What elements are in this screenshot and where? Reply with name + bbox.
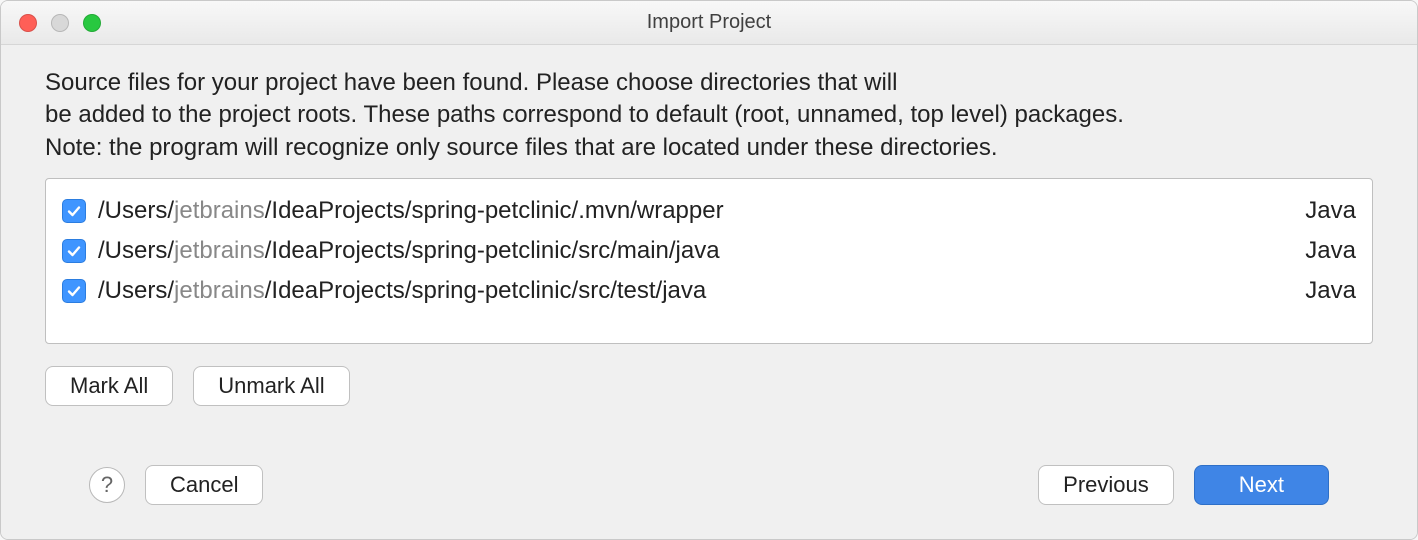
- window-controls: [19, 14, 101, 32]
- footer-row: ? Cancel Previous Next: [45, 465, 1373, 529]
- window-title: Import Project: [1, 11, 1417, 34]
- previous-button[interactable]: Previous: [1038, 465, 1174, 505]
- unmark-all-button[interactable]: Unmark All: [193, 366, 349, 406]
- path-label: /Users/jetbrains/IdeaProjects/spring-pet…: [98, 237, 1285, 265]
- list-item[interactable]: /Users/jetbrains/IdeaProjects/spring-pet…: [62, 191, 1356, 231]
- description-line: Note: the program will recognize only so…: [45, 134, 998, 161]
- content-area: Source files for your project have been …: [1, 45, 1417, 539]
- description-line: be added to the project roots. These pat…: [45, 101, 1124, 128]
- list-item[interactable]: /Users/jetbrains/IdeaProjects/spring-pet…: [62, 271, 1356, 311]
- cancel-button[interactable]: Cancel: [145, 465, 263, 505]
- question-mark-icon: ?: [101, 472, 113, 498]
- source-paths-list: /Users/jetbrains/IdeaProjects/spring-pet…: [45, 178, 1373, 344]
- dialog-window: Import Project Source files for your pro…: [0, 0, 1418, 540]
- description-text: Source files for your project have been …: [45, 67, 1373, 164]
- titlebar: Import Project: [1, 1, 1417, 45]
- description-line: Source files for your project have been …: [45, 69, 897, 96]
- list-item[interactable]: /Users/jetbrains/IdeaProjects/spring-pet…: [62, 231, 1356, 271]
- help-button[interactable]: ?: [89, 467, 125, 503]
- path-label: /Users/jetbrains/IdeaProjects/spring-pet…: [98, 197, 1285, 225]
- language-label: Java: [1305, 277, 1356, 305]
- next-button[interactable]: Next: [1194, 465, 1329, 505]
- language-label: Java: [1305, 237, 1356, 265]
- mark-all-button[interactable]: Mark All: [45, 366, 173, 406]
- mark-buttons-row: Mark All Unmark All: [45, 366, 1373, 406]
- zoom-icon[interactable]: [83, 14, 101, 32]
- path-label: /Users/jetbrains/IdeaProjects/spring-pet…: [98, 277, 1285, 305]
- language-label: Java: [1305, 197, 1356, 225]
- checkbox-icon[interactable]: [62, 199, 86, 223]
- minimize-icon[interactable]: [51, 14, 69, 32]
- checkbox-icon[interactable]: [62, 239, 86, 263]
- checkbox-icon[interactable]: [62, 279, 86, 303]
- close-icon[interactable]: [19, 14, 37, 32]
